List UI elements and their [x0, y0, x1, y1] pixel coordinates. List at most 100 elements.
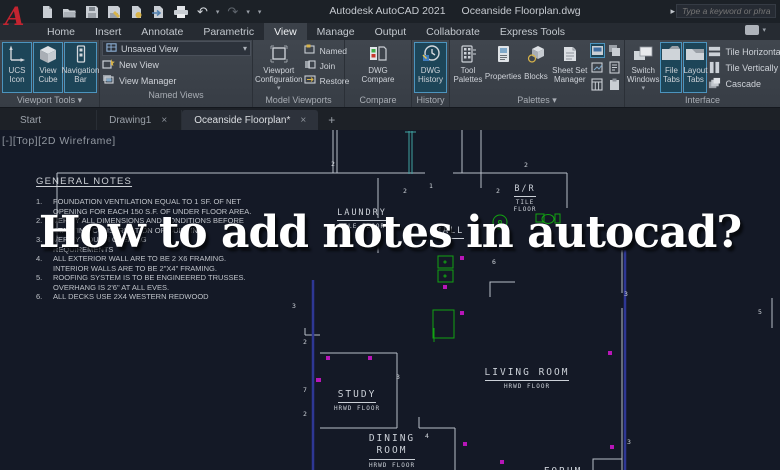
tab-view[interactable]: View — [264, 23, 307, 40]
tab-output[interactable]: Output — [365, 23, 417, 40]
quickcalc-icon[interactable] — [607, 43, 622, 58]
panel-interface: Switch Windows ▾ File Tabs Layout Tabs T… — [625, 40, 780, 107]
tile-horizontally-button[interactable]: Tile Horizontally — [708, 45, 780, 59]
ribbon-display-icon — [745, 25, 759, 35]
drawing-canvas[interactable]: [-][Top][2D Wireframe] GENERAL NOTES 1.F… — [0, 130, 780, 470]
navigation-bar-icon — [71, 44, 91, 67]
close-icon[interactable]: × — [161, 115, 167, 126]
redo-button[interactable]: ↷ — [227, 5, 238, 18]
undo-dropdown-icon[interactable]: ▾ — [216, 8, 220, 16]
keynote: 2 — [524, 161, 528, 169]
room-name: FORUM — [544, 466, 583, 470]
export-icon[interactable] — [151, 5, 165, 19]
panel-compare: DWG Compare Compare — [345, 40, 412, 107]
view-dropdown[interactable]: Unsaved View ▾ — [102, 41, 251, 56]
qat-customize-icon[interactable]: ▾ — [258, 8, 262, 16]
room-label-study: STUDY HRWD FLOOR — [318, 382, 396, 412]
keynote: 2 — [331, 160, 335, 168]
file-tab-oceanside[interactable]: Oceanside Floorplan* × — [182, 110, 318, 130]
view-manager-button[interactable]: View Manager — [102, 73, 251, 88]
join-viewport-button[interactable]: Join — [304, 58, 350, 73]
restore-viewport-icon — [304, 74, 316, 87]
general-notes-title: GENERAL NOTES — [36, 176, 294, 187]
tab-parametric[interactable]: Parametric — [193, 23, 264, 40]
navigation-bar-button[interactable]: Navigation Bar — [64, 42, 97, 93]
counting-icon[interactable] — [590, 77, 605, 92]
new-file-icon[interactable] — [40, 5, 54, 19]
tile-vertically-button[interactable]: Tile Vertically — [708, 61, 780, 75]
panel-viewport-tools: UCS Icon View Cube Navigation Bar Viewpo… — [0, 40, 100, 107]
panel-palettes: Tool Palettes Properties Blocks Sheet Se… — [450, 40, 625, 107]
viewport-configuration-button[interactable]: Viewport Configuration ▾ — [255, 42, 303, 94]
dwg-compare-button[interactable]: DWG Compare — [359, 42, 397, 94]
room-name: STUDY — [338, 389, 377, 403]
file-tab-start[interactable]: Start — [8, 110, 97, 130]
view-cube-button[interactable]: View Cube — [33, 42, 63, 93]
room-floor: HRWD FLOOR — [356, 462, 428, 469]
switch-windows-label: Switch Windows — [627, 67, 659, 85]
open-folder-icon[interactable] — [62, 5, 77, 19]
tab-express-tools[interactable]: Express Tools — [490, 23, 575, 40]
layout-tabs-toggle-label: Layout Tabs — [683, 67, 707, 85]
text-window-icon[interactable] — [590, 43, 605, 58]
save-icon[interactable] — [85, 5, 99, 19]
file-tab-drawing1[interactable]: Drawing1 × — [97, 110, 182, 130]
search-input[interactable] — [676, 4, 776, 18]
tab-home[interactable]: Home — [37, 23, 85, 40]
sheet-set-manager-button[interactable]: Sheet Set Manager — [550, 42, 589, 94]
tab-annotate[interactable]: Annotate — [131, 23, 193, 40]
keynote: 3 — [627, 438, 631, 446]
panel-history: DWG History History — [412, 40, 450, 107]
plot-stamp-icon[interactable] — [129, 5, 143, 19]
tab-insert[interactable]: Insert — [85, 23, 131, 40]
blocks-icon — [526, 44, 546, 67]
panel-label-palettes[interactable]: Palettes ▾ — [450, 94, 624, 107]
tab-collaborate[interactable]: Collaborate — [416, 23, 490, 40]
switch-windows-button[interactable]: Switch Windows ▾ — [627, 42, 659, 94]
viewport-configuration-label: Viewport Configuration — [255, 67, 303, 85]
cascade-button[interactable]: Cascade — [708, 77, 780, 91]
markup-icon[interactable] — [607, 60, 622, 75]
save-as-icon[interactable] — [107, 5, 121, 19]
panel-label-named-views: Named Views — [100, 89, 252, 102]
new-view-button[interactable]: New View — [102, 57, 251, 72]
tab-manage[interactable]: Manage — [307, 23, 365, 40]
tool-palettes-button[interactable]: Tool Palettes — [452, 42, 484, 94]
ucs-axes-icon — [7, 44, 27, 67]
file-tabs-toggle-label: File Tabs — [663, 67, 680, 85]
note-number: 6. — [36, 292, 53, 302]
blocks-button[interactable]: Blocks — [522, 42, 549, 94]
autocad-logo-icon[interactable]: A — [5, 2, 31, 34]
dwg-history-button[interactable]: DWG History — [414, 42, 447, 93]
room-label-dining: DINING ROOM HRWD FLOOR — [356, 433, 428, 469]
close-icon[interactable]: × — [300, 115, 306, 126]
tile-horizontal-icon — [708, 45, 721, 60]
file-tabs-toggle-button[interactable]: File Tabs — [660, 42, 682, 93]
ribbon-display-toggle[interactable]: ▾ — [745, 25, 766, 35]
print-icon[interactable] — [173, 5, 189, 19]
keynote: 2 — [496, 187, 500, 195]
restore-viewport-button[interactable]: Restore — [304, 73, 350, 88]
viewport-configuration-icon — [269, 44, 289, 67]
layout-tabs-toggle-button[interactable]: Layout Tabs — [683, 42, 707, 93]
dwg-history-icon — [421, 44, 441, 67]
cube-icon — [38, 44, 58, 67]
redo-dropdown-icon[interactable]: ▾ — [246, 8, 250, 16]
properties-button[interactable]: Properties — [485, 42, 522, 94]
search-arrow-icon[interactable]: ▸ — [670, 6, 675, 17]
view-cube-label: View Cube — [38, 67, 57, 85]
keynote: 1 — [429, 182, 433, 190]
window-title: Autodesk AutoCAD 2021 Oceanside Floorpla… — [329, 5, 580, 17]
panel-label-viewport-tools[interactable]: Viewport Tools ▾ — [0, 94, 99, 107]
room-name: DINING ROOM — [369, 433, 415, 460]
keynote: 3 — [292, 302, 296, 310]
new-drawing-tab-button[interactable]: + — [328, 113, 335, 127]
keynote: 5 — [758, 308, 762, 316]
reference-icon[interactable] — [590, 60, 605, 75]
undo-button[interactable]: ↶ — [197, 5, 208, 18]
ucs-icon-button[interactable]: UCS Icon — [2, 42, 32, 93]
new-view-icon — [102, 58, 115, 72]
viewport-controls[interactable]: [-][Top][2D Wireframe] — [2, 135, 116, 147]
clipboard-icon[interactable] — [607, 77, 622, 92]
named-viewport-button[interactable]: Named — [304, 43, 350, 58]
